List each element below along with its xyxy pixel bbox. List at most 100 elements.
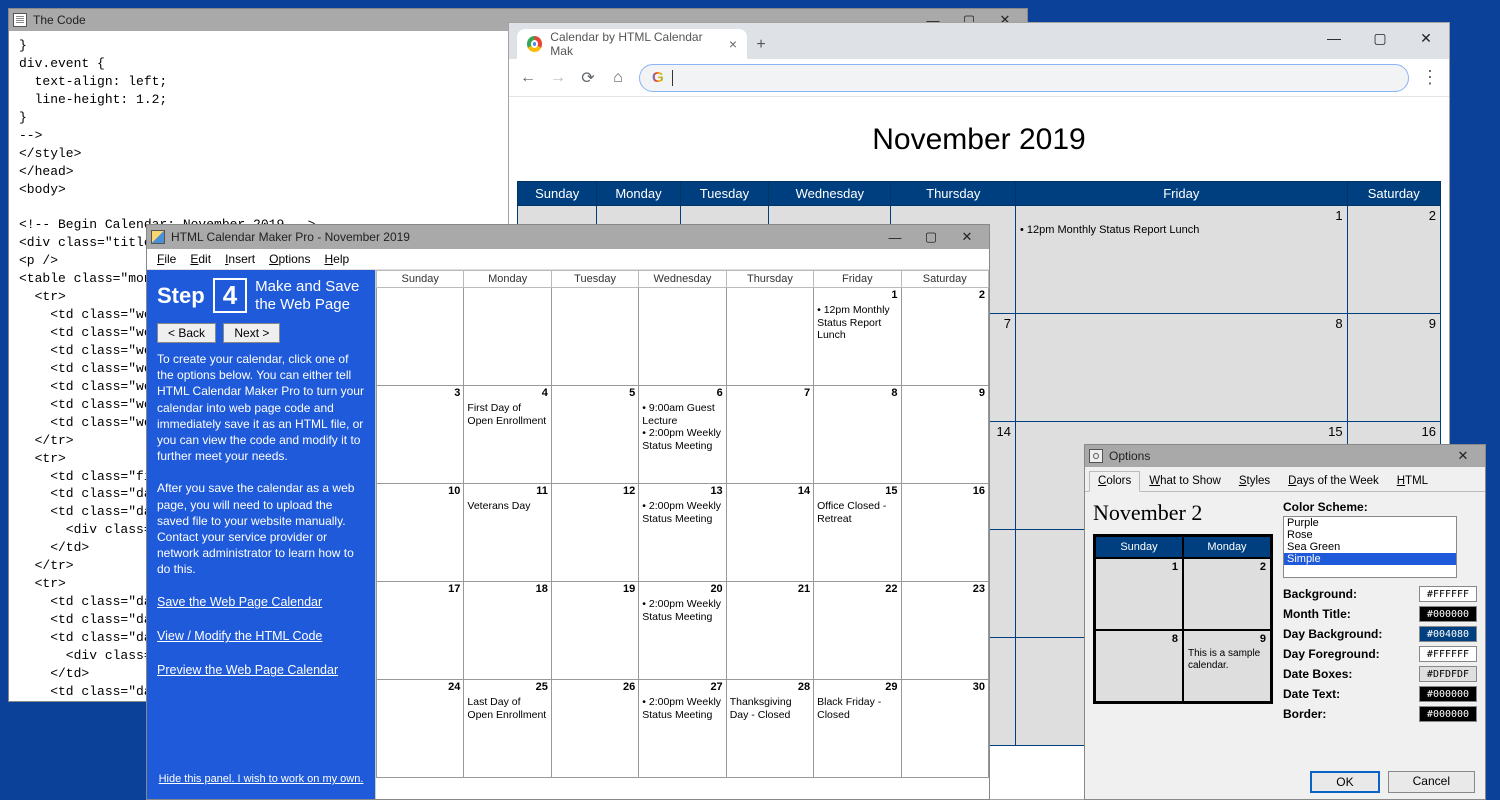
calendar-cell[interactable]: 2 [901,288,988,386]
tab-styles[interactable]: Styles [1230,471,1279,491]
calendar-cell[interactable]: 30 [901,680,988,778]
calendar-cell[interactable]: 5 [551,386,638,484]
tab-html[interactable]: HTML [1388,471,1437,491]
menubar: FileEditInsertOptionsHelp [147,249,989,270]
tab-close-icon[interactable]: × [729,36,737,52]
step-label: Step [157,283,205,309]
close-button[interactable]: ✕ [949,226,985,248]
step-title: Make and Save the Web Page [255,278,365,313]
wizard-text-2: After you save the calendar as a web pag… [157,480,365,577]
color-scheme-list[interactable]: PurpleRoseSea GreenSimple [1283,516,1457,578]
back-icon[interactable]: ← [519,69,537,87]
save-calendar-link[interactable]: Save the Web Page Calendar [157,595,365,609]
calendar-cell: 2 [1347,206,1440,314]
options-titlebar[interactable]: Options ✕ [1085,445,1485,467]
calendar-cell[interactable]: 6• 9:00am Guest Lecture • 2:00pm Weekly … [639,386,726,484]
color-swatch[interactable]: #000000 [1419,606,1477,622]
reload-icon[interactable]: ⟳ [579,68,597,88]
calendar-cell[interactable]: 16 [901,484,988,582]
calendar-cell[interactable]: 9 [901,386,988,484]
calendar-cell[interactable]: 20• 2:00pm Weekly Status Meeting [639,582,726,680]
close-button[interactable]: ✕ [1445,445,1481,467]
close-button[interactable]: ✕ [1403,23,1449,53]
day-header: Tuesday [680,182,769,206]
calendar-cell[interactable] [551,288,638,386]
ok-button[interactable]: OK [1310,771,1379,793]
color-swatch[interactable]: #004080 [1419,626,1477,642]
maximize-button[interactable]: ▢ [913,226,949,248]
day-header: Monday [597,182,680,206]
tab-what-to-show[interactable]: What to Show [1140,471,1230,491]
tab-colors[interactable]: Colors [1089,471,1140,492]
tab-days-of-the-week[interactable]: Days of the Week [1279,471,1388,491]
calendar-cell[interactable]: 13• 2:00pm Weekly Status Meeting [639,484,726,582]
preview-calendar-link[interactable]: Preview the Web Page Calendar [157,663,365,677]
options-dialog: Options ✕ ColorsWhat to ShowStylesDays o… [1084,444,1486,800]
calendar-cell[interactable] [377,288,464,386]
forward-icon[interactable]: → [549,69,567,87]
address-bar[interactable]: G [639,64,1409,92]
calendar-cell[interactable]: 24 [377,680,464,778]
menu-file[interactable]: File [151,250,182,268]
day-header: Tuesday [551,271,638,288]
calendar-cell[interactable]: 3 [377,386,464,484]
calendar-cell[interactable]: 25Last Day of Open Enrollment [464,680,551,778]
calendar-cell[interactable]: 1• 12pm Monthly Status Report Lunch [814,288,901,386]
color-swatch[interactable]: #000000 [1419,706,1477,722]
calendar-cell[interactable]: 15Office Closed - Retreat [814,484,901,582]
maximize-button[interactable]: ▢ [1357,23,1403,53]
calendar-cell[interactable]: 22 [814,582,901,680]
maker-titlebar[interactable]: HTML Calendar Maker Pro - November 2019 … [147,225,989,249]
calendar-cell[interactable]: 12 [551,484,638,582]
new-tab-button[interactable]: + [747,31,775,59]
minimize-button[interactable]: — [1311,23,1357,53]
color-prop-label: Background: [1283,587,1413,601]
home-icon[interactable]: ⌂ [609,69,627,87]
calendar-cell[interactable]: 23 [901,582,988,680]
calendar-cell[interactable]: 10 [377,484,464,582]
calendar-cell[interactable]: 26 [551,680,638,778]
options-title: Options [1109,449,1150,463]
calendar-cell[interactable] [639,288,726,386]
calendar-cell[interactable]: 21 [726,582,813,680]
scheme-option[interactable]: Purple [1284,517,1456,529]
calendar-cell[interactable]: 28Thanksgiving Day - Closed [726,680,813,778]
cancel-button[interactable]: Cancel [1388,771,1475,793]
menu-options[interactable]: Options [263,250,316,268]
scheme-option[interactable]: Sea Green [1284,541,1456,553]
calendar-cell[interactable] [464,288,551,386]
menu-icon[interactable]: ⋮ [1421,67,1439,88]
color-swatch[interactable]: #000000 [1419,686,1477,702]
menu-edit[interactable]: Edit [184,250,217,268]
calendar-cell[interactable] [726,288,813,386]
view-code-link[interactable]: View / Modify the HTML Code [157,629,365,643]
color-swatch[interactable]: #FFFFFF [1419,586,1477,602]
hide-panel-link[interactable]: Hide this panel. I wish to work on my ow… [157,767,365,791]
calendar-cell[interactable]: 17 [377,582,464,680]
calendar-cell[interactable]: 8 [814,386,901,484]
code-title: The Code [33,13,86,27]
color-properties: Background:#FFFFFFMonth Title:#000000Day… [1283,586,1477,722]
calendar-cell[interactable]: 14 [726,484,813,582]
preview-cell: 1 [1095,558,1184,630]
calendar-cell[interactable]: 11Veterans Day [464,484,551,582]
calendar-cell[interactable]: 18 [464,582,551,680]
calendar-cell[interactable]: 29Black Friday - Closed [814,680,901,778]
calendar-cell[interactable]: 7 [726,386,813,484]
scheme-option[interactable]: Simple [1284,553,1456,565]
back-button[interactable]: < Back [157,323,216,343]
day-header: Friday [1016,182,1348,206]
color-swatch[interactable]: #DFDFDF [1419,666,1477,682]
browser-tab[interactable]: Calendar by HTML Calendar Mak × [517,29,747,59]
calendar-cell[interactable]: 27• 2:00pm Weekly Status Meeting [639,680,726,778]
calendar-cell[interactable]: 19 [551,582,638,680]
maker-title: HTML Calendar Maker Pro - November 2019 [171,230,410,244]
color-swatch[interactable]: #FFFFFF [1419,646,1477,662]
editor-calendar[interactable]: SundayMondayTuesdayWednesdayThursdayFrid… [376,270,989,778]
menu-help[interactable]: Help [318,250,355,268]
next-button[interactable]: Next > [223,323,280,343]
menu-insert[interactable]: Insert [219,250,261,268]
calendar-cell[interactable]: 4First Day of Open Enrollment [464,386,551,484]
minimize-button[interactable]: — [877,226,913,248]
scheme-option[interactable]: Rose [1284,529,1456,541]
